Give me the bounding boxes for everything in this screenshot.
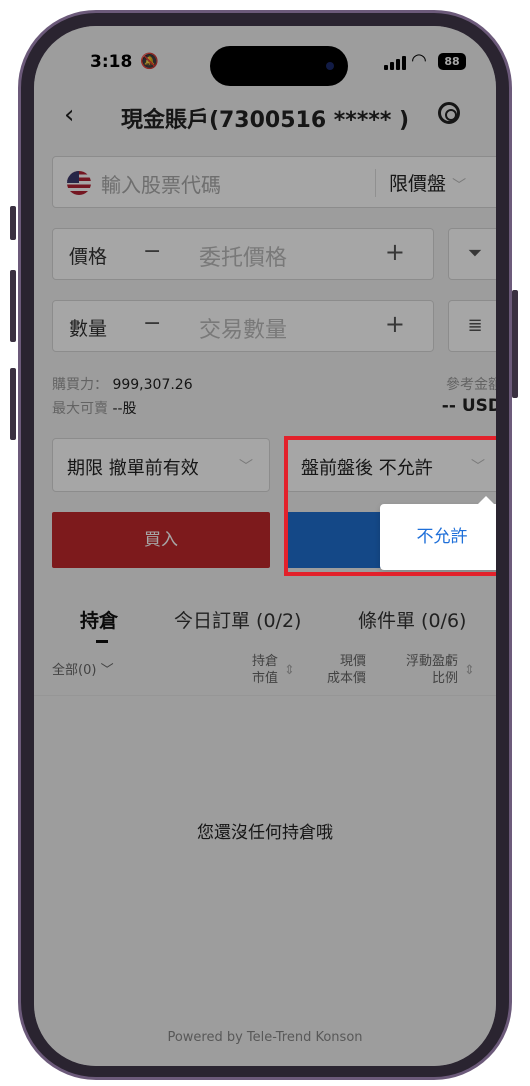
buying-power-label: 購買力： bbox=[52, 377, 108, 393]
battery-icon: 88 bbox=[438, 53, 466, 70]
highlight-box bbox=[284, 436, 496, 576]
table-header: 全部(0) ﹀ 持倉市值 ⇕ 現價成本價 浮動盈虧比例 ⇕ bbox=[34, 652, 496, 696]
stock-code-input[interactable]: 輸入股票代碼 限價盤 ﹀ bbox=[52, 156, 496, 208]
status-time: 3:18 bbox=[90, 52, 133, 72]
chevron-down-icon: ﹀ bbox=[100, 663, 114, 678]
price-field[interactable]: 價格 − 委托價格 + bbox=[52, 228, 434, 280]
col-holdings-bottom: 市值 bbox=[251, 671, 278, 686]
tab-today-orders[interactable]: 今日訂單 (0/2) bbox=[174, 606, 301, 633]
dynamic-island bbox=[210, 46, 348, 86]
chevron-down-icon: ﹀ bbox=[239, 459, 253, 475]
screen: 3:18 🔕 ◠ 88 ‹ 現金賬戶(7300516 ***** ) 輸入股票代… bbox=[34, 26, 496, 1066]
max-sell-label: 最大可賣 bbox=[52, 401, 108, 417]
database-icon[interactable]: ≣ bbox=[448, 300, 496, 352]
ref-amount-label: 參考金額 bbox=[446, 377, 496, 393]
quantity-field[interactable]: 數量 − 交易數量 + bbox=[52, 300, 434, 352]
nav-bar: ‹ 現金賬戶(7300516 ***** ) bbox=[34, 96, 496, 140]
col-pnl-bottom: 比例 bbox=[431, 671, 458, 686]
position-tabs: 持倉 今日訂單 (0/2) 條件單 (0/6) bbox=[34, 606, 496, 646]
mute-switch bbox=[10, 206, 16, 240]
wifi-icon: ◠ bbox=[412, 50, 426, 71]
col-holdings[interactable]: 持倉 市值 bbox=[230, 653, 278, 687]
tab-positions[interactable]: 持倉 bbox=[80, 606, 118, 633]
validity-value: 撤單前有效 bbox=[108, 458, 199, 479]
ref-amount-value: -- USD bbox=[441, 396, 496, 416]
divider bbox=[375, 169, 376, 197]
sort-icon[interactable]: ⇕ bbox=[464, 662, 475, 679]
tab-indicator bbox=[96, 640, 108, 643]
volume-up-button bbox=[10, 270, 16, 342]
sort-icon[interactable]: ⇕ bbox=[284, 662, 295, 679]
filter-select[interactable]: 全部(0) ﹀ bbox=[52, 662, 114, 679]
col-pnl[interactable]: 浮動盈虧比例 bbox=[390, 653, 458, 687]
empty-message: 您還沒任何持倉哦 bbox=[197, 823, 333, 843]
price-filter-icon[interactable]: ⏷ bbox=[448, 228, 496, 280]
validity-label: 期限 bbox=[67, 458, 103, 479]
page-title: 現金賬戶(7300516 ***** ) bbox=[120, 108, 410, 133]
col-pnl-top: 浮動盈虧 bbox=[405, 654, 458, 669]
col-holdings-top: 持倉 bbox=[251, 654, 278, 669]
max-sell-value: --股 bbox=[112, 401, 137, 417]
price-plus-button[interactable]: + bbox=[385, 238, 405, 266]
col-price-bottom: 成本價 bbox=[326, 671, 366, 686]
quantity-placeholder: 交易數量 bbox=[198, 318, 287, 343]
filter-label: 全部(0) bbox=[52, 663, 97, 678]
validity-select[interactable]: 期限 撤單前有效 ﹀ bbox=[52, 438, 270, 492]
stock-code-placeholder: 輸入股票代碼 bbox=[101, 173, 221, 197]
buying-power: 購買力： 999,307.26 bbox=[52, 374, 193, 394]
max-sell: 最大可賣 --股 bbox=[52, 398, 137, 418]
order-type-value: 限價盤 bbox=[389, 173, 447, 195]
us-flag-icon bbox=[67, 171, 91, 195]
settings-icon[interactable] bbox=[438, 102, 460, 124]
col-price-top: 現價 bbox=[339, 654, 366, 669]
price-placeholder: 委托價格 bbox=[198, 246, 287, 271]
cellular-signal-icon bbox=[384, 54, 406, 70]
tab-conditional-orders[interactable]: 條件單 (0/6) bbox=[358, 606, 466, 633]
bell-muted-icon: 🔕 bbox=[140, 52, 159, 70]
buy-button[interactable]: 買入 bbox=[52, 512, 270, 568]
order-type-select[interactable]: 限價盤 ﹀ bbox=[389, 169, 466, 196]
quantity-plus-button[interactable]: + bbox=[385, 310, 405, 338]
chevron-down-icon: ﹀ bbox=[452, 178, 467, 194]
buying-power-value: 999,307.26 bbox=[112, 377, 193, 393]
col-price[interactable]: 現價成本價 bbox=[312, 653, 366, 687]
powered-by: Powered by Tele-Trend Konson bbox=[167, 1030, 363, 1045]
volume-down-button bbox=[10, 368, 16, 440]
power-button bbox=[512, 290, 518, 398]
